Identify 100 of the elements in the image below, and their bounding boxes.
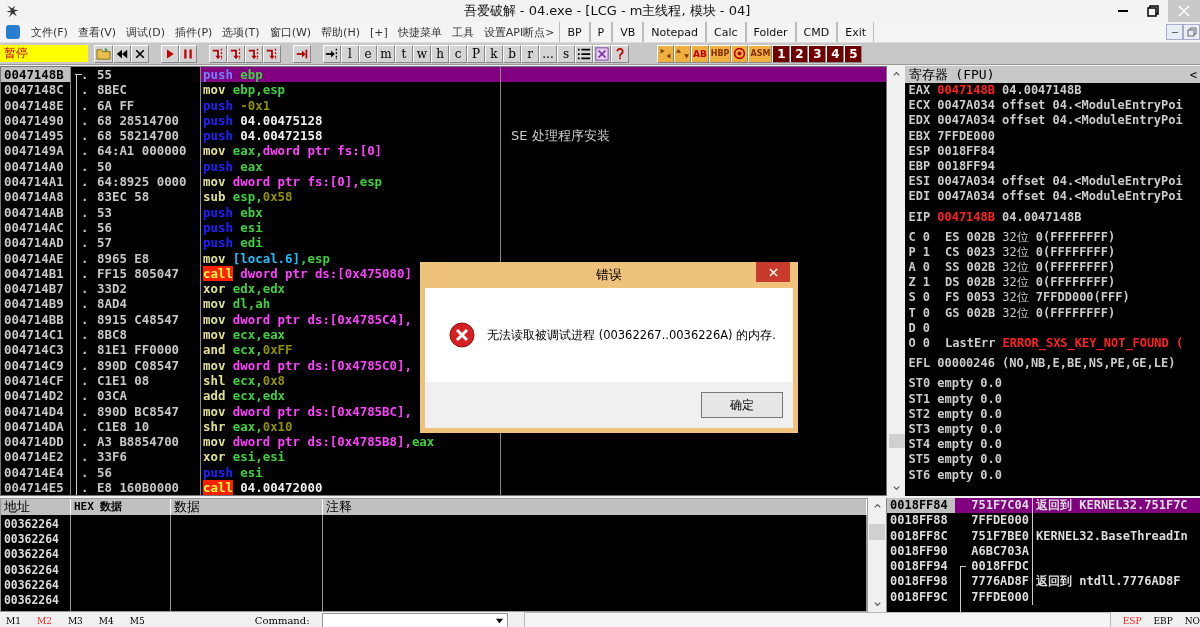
menu-item[interactable]: [+]: [364, 23, 393, 41]
arrows-icon[interactable]: [674, 44, 691, 63]
row-marker: .: [80, 219, 90, 236]
register-value[interactable]: 7FFDE000: [937, 128, 995, 144]
menu-item[interactable]: 查看(V): [72, 23, 122, 41]
toolbar-button[interactable]: Notepad: [643, 22, 707, 42]
restore-button[interactable]: [1183, 24, 1200, 40]
scroll-up-icon[interactable]: [872, 501, 882, 510]
step-icon[interactable]: [209, 44, 227, 63]
scroll-thumb[interactable]: [888, 434, 905, 448]
address-cell: 004714E2: [1, 449, 71, 465]
minimize-icon[interactable]: [1117, 9, 1129, 13]
number-button[interactable]: 4: [826, 44, 845, 63]
toolbar-button[interactable]: Calc: [706, 22, 746, 42]
register-value[interactable]: 0047A034: [937, 174, 995, 190]
number-button[interactable]: 1: [772, 44, 791, 63]
help-icon[interactable]: [611, 44, 629, 63]
dropdown-icon[interactable]: [494, 616, 504, 625]
window-button[interactable]: b: [503, 44, 521, 63]
number-button[interactable]: 5: [844, 44, 863, 63]
menu-item[interactable]: 调试(D): [121, 23, 171, 41]
pause-icon[interactable]: [179, 44, 197, 63]
window-button[interactable]: l: [341, 44, 359, 63]
instruction-cell: push 04.00475128: [201, 112, 501, 129]
flag-value[interactable]: 0: [922, 260, 930, 276]
row-marker: .: [80, 112, 90, 129]
goto-icon[interactable]: [323, 44, 341, 63]
flag-value[interactable]: 1: [922, 244, 930, 261]
window-button[interactable]: w: [413, 44, 431, 63]
toolbar-button[interactable]: P: [589, 22, 613, 42]
menu-item[interactable]: 工具: [446, 23, 479, 41]
flag-value[interactable]: 0: [922, 229, 930, 245]
return-icon[interactable]: [293, 44, 311, 63]
menu-item[interactable]: 插件(P): [170, 23, 218, 41]
memory-tab[interactable]: M5: [123, 615, 145, 626]
arrows-icon[interactable]: [657, 44, 674, 63]
open-icon[interactable]: [94, 44, 113, 63]
base-button[interactable]: EBP: [1153, 615, 1173, 626]
plugin-button[interactable]: HBP: [708, 44, 732, 63]
menu-item[interactable]: 窗口(W): [264, 23, 317, 41]
command-field[interactable]: [321, 613, 508, 627]
input-field[interactable]: [523, 612, 1111, 627]
memory-tab[interactable]: M4: [92, 615, 114, 626]
window-button[interactable]: r: [521, 44, 539, 63]
menu-item[interactable]: 帮助(H): [316, 23, 365, 41]
flag-value[interactable]: 0: [922, 290, 930, 306]
window-button[interactable]: ...: [539, 44, 557, 63]
register-value[interactable]: 0018FF94: [937, 158, 995, 175]
menu-item[interactable]: 设置API断点>: [478, 23, 560, 41]
flag-value[interactable]: 0: [922, 320, 930, 336]
number-button[interactable]: 2: [790, 44, 809, 63]
close-icon[interactable]: [131, 44, 149, 63]
window-button[interactable]: s: [557, 44, 575, 63]
window-button[interactable]: P: [467, 44, 485, 63]
flag-value[interactable]: 1: [922, 275, 930, 291]
register-value[interactable]: 0047A034: [937, 98, 995, 114]
toolbar-button[interactable]: CMD: [795, 22, 838, 42]
toolbar-button[interactable]: Exit: [837, 22, 875, 42]
base-button[interactable]: NO: [1184, 615, 1200, 626]
memory-tab[interactable]: M3: [61, 615, 83, 626]
plugin-button[interactable]: ASM: [748, 44, 773, 63]
window-button[interactable]: k: [485, 44, 503, 63]
toolbar-button[interactable]: BP: [559, 22, 590, 42]
ok-button[interactable]: 确定: [701, 392, 783, 418]
list-icon[interactable]: [575, 44, 593, 63]
step-icon[interactable]: [263, 44, 281, 63]
register-value[interactable]: 0047A034: [937, 189, 995, 205]
register-value[interactable]: 0047148B: [937, 83, 995, 99]
scroll-down-icon[interactable]: [892, 484, 901, 493]
register-value[interactable]: 0047148B: [937, 209, 995, 225]
memory-tab[interactable]: M1: [0, 615, 21, 626]
window-button[interactable]: c: [449, 44, 467, 63]
register-value[interactable]: 0018FF84: [937, 143, 995, 159]
scroll-thumb[interactable]: [869, 524, 885, 540]
register-value[interactable]: 0047A034: [937, 113, 995, 129]
window-button[interactable]: e: [359, 44, 377, 63]
window-button[interactable]: t: [395, 44, 413, 63]
scroll-up-icon[interactable]: [892, 69, 901, 78]
menu-item[interactable]: 文件(F): [26, 23, 73, 41]
minimize-button[interactable]: [1166, 24, 1183, 40]
play-icon[interactable]: [161, 44, 179, 63]
step-icon[interactable]: [227, 44, 245, 63]
step-icon[interactable]: [245, 44, 263, 63]
flag-name: S: [908, 290, 916, 306]
grid-icon[interactable]: [593, 44, 611, 63]
menu-item[interactable]: 快捷菜单: [392, 23, 447, 41]
row-marker: .: [80, 403, 90, 419]
toolbar-button[interactable]: VB: [612, 22, 644, 42]
row-marker: .: [80, 434, 90, 450]
close-button[interactable]: [756, 262, 790, 282]
window-button[interactable]: m: [377, 44, 395, 63]
scroll-down-icon[interactable]: [872, 600, 882, 609]
toolbar-button[interactable]: Folder: [745, 22, 796, 42]
collapse-button[interactable]: <: [1186, 67, 1200, 82]
target-icon[interactable]: [731, 44, 749, 63]
number-button[interactable]: 3: [808, 44, 827, 63]
window-button[interactable]: h: [431, 44, 449, 63]
flag-value[interactable]: 0: [922, 305, 930, 321]
restore-icon[interactable]: [1147, 5, 1159, 17]
menu-item[interactable]: 选项(T): [217, 23, 265, 41]
